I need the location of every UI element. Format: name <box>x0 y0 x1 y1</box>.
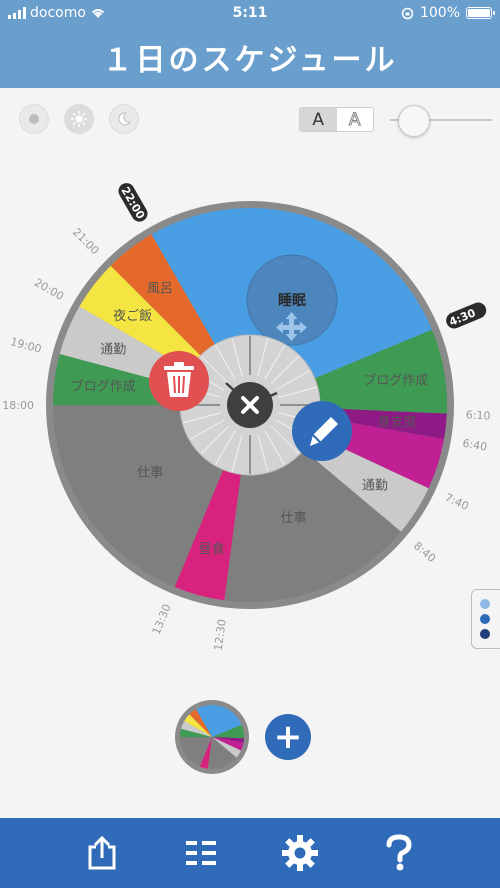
segment-label: 風呂 <box>147 282 173 297</box>
time-tick-label: 8:40 <box>411 539 438 565</box>
list-icon <box>185 841 216 865</box>
segment-label: 身支度 <box>378 414 417 430</box>
svg-text:13:30: 13:30 <box>150 602 174 636</box>
svg-text:12:30: 12:30 <box>212 618 229 651</box>
share-button[interactable] <box>80 831 124 875</box>
segment-label: 仕事 <box>280 511 306 526</box>
svg-text:6:10: 6:10 <box>465 408 490 422</box>
plus-icon: + <box>273 717 303 757</box>
svg-text:20:00: 20:00 <box>32 276 66 303</box>
theme-picker-tab[interactable] <box>471 589 500 649</box>
time-tick-label: 4:30 <box>446 302 487 329</box>
time-tick-label: 6:10 <box>465 408 490 422</box>
bottom-toolbar <box>0 818 500 888</box>
schedule-dial[interactable]: ブログ作成身支度通勤仕事昼食仕事ブログ作成通勤夜ご飯風呂 22:0021:002… <box>0 0 500 888</box>
svg-text:22:00: 22:00 <box>118 185 147 222</box>
time-tick-label: 19:00 <box>9 335 43 356</box>
svg-text:21:00: 21:00 <box>70 226 102 258</box>
close-button[interactable] <box>227 382 273 428</box>
time-tick-label: 20:00 <box>32 276 66 303</box>
svg-text:6:40: 6:40 <box>462 437 489 454</box>
add-day-button[interactable]: + <box>265 714 311 760</box>
time-tick-label: 12:30 <box>212 618 229 651</box>
help-button[interactable] <box>377 831 421 875</box>
gear-icon <box>281 835 318 871</box>
time-tick-label: 21:00 <box>70 226 102 258</box>
delete-button[interactable] <box>149 351 209 411</box>
segment-label: 夜ご飯 <box>113 308 152 324</box>
share-icon <box>88 835 115 870</box>
settings-button[interactable] <box>278 831 322 875</box>
segment-label: 通勤 <box>362 479 388 494</box>
segment-label: 仕事 <box>137 466 163 481</box>
list-button[interactable] <box>179 831 223 875</box>
time-tick-label: 22:00 <box>118 183 148 222</box>
selected-segment-label: 睡眠 <box>278 293 306 309</box>
time-tick-label: 13:30 <box>150 602 174 636</box>
segment-label: ブログ作成 <box>363 372 428 388</box>
segment-label: 昼食 <box>199 541 225 557</box>
time-tick-label: 18:00 <box>2 399 34 412</box>
time-tick-label: 7:40 <box>443 491 471 513</box>
edit-button[interactable] <box>292 401 352 461</box>
segment-label: 通勤 <box>100 342 126 357</box>
segment-label: ブログ作成 <box>71 379 136 395</box>
svg-text:8:40: 8:40 <box>411 539 438 565</box>
svg-text:18:00: 18:00 <box>2 399 34 412</box>
time-tick-label: 6:40 <box>462 437 489 454</box>
day-preview-thumbnail[interactable] <box>175 700 249 774</box>
svg-text:19:00: 19:00 <box>9 335 43 356</box>
svg-text:7:40: 7:40 <box>443 491 471 513</box>
theme-dot-dark <box>480 629 490 639</box>
theme-dot-mid <box>480 614 490 624</box>
help-icon <box>386 834 412 871</box>
theme-dot-light <box>480 599 490 609</box>
